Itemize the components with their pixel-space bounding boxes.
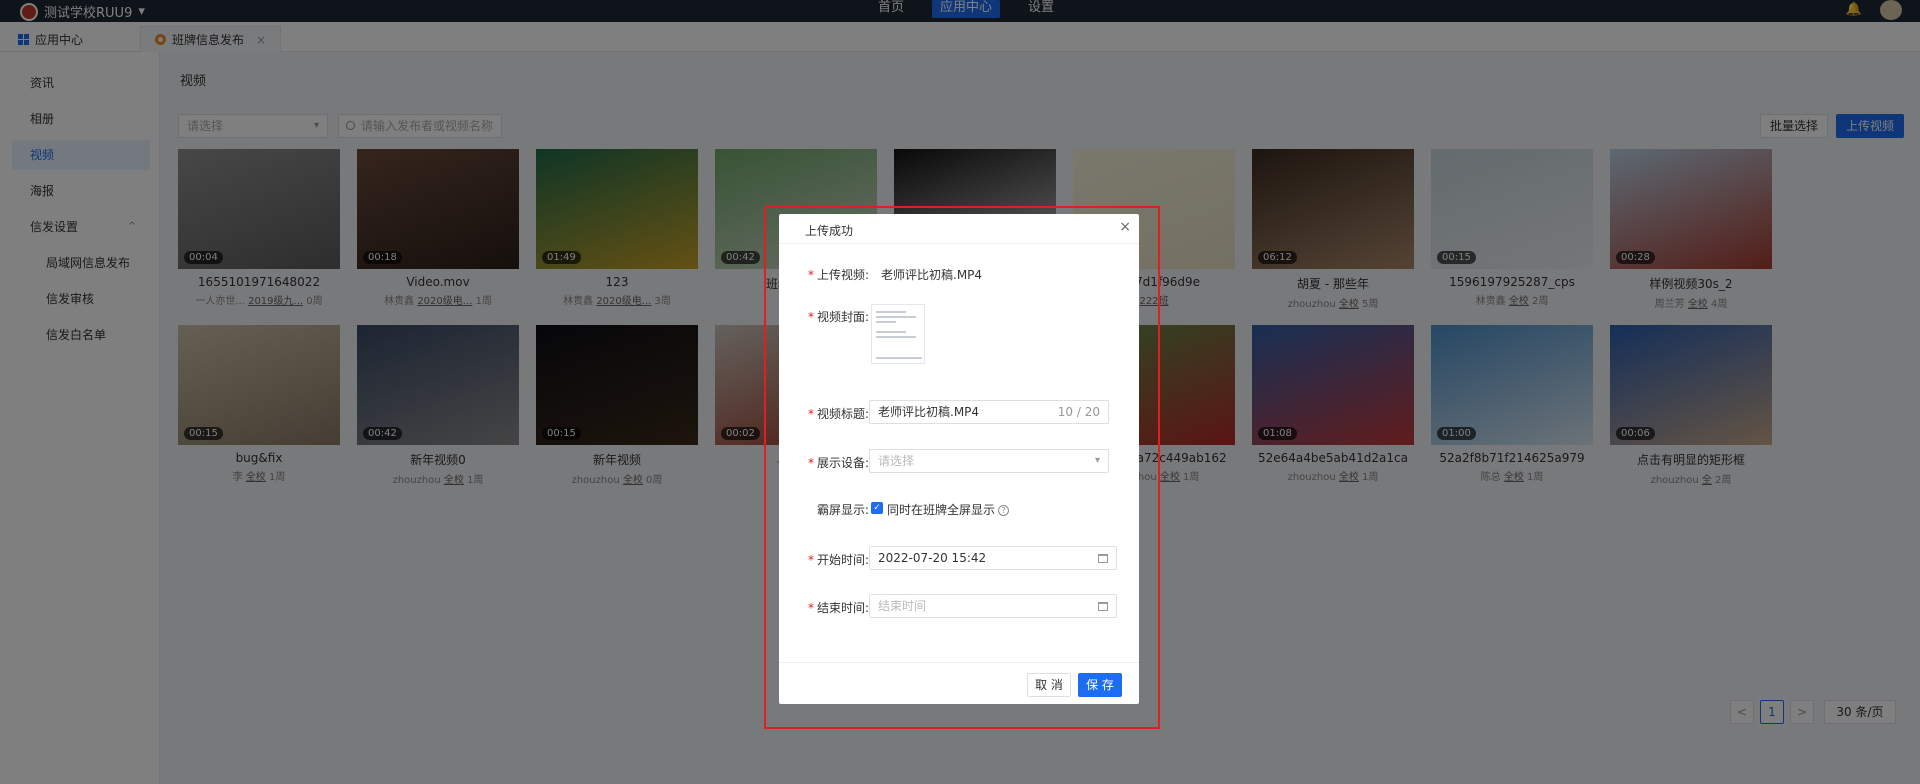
dialog-footer: 取 消 保 存 bbox=[779, 662, 1139, 704]
device-label: * 展示设备: bbox=[807, 456, 869, 470]
fullscreen-option[interactable]: 同时在班牌全屏显示? bbox=[887, 501, 1010, 518]
upload-video-value: 老师评比初稿.MP4 bbox=[881, 268, 983, 282]
end-time-picker[interactable]: 结束时间 bbox=[869, 594, 1117, 618]
fullscreen-checkbox[interactable]: ✓ bbox=[871, 502, 883, 514]
dialog-title: 上传成功 bbox=[805, 224, 854, 238]
upload-video-label: * 上传视频: bbox=[807, 268, 869, 282]
start-time-picker[interactable]: 2022-07-20 15:42 bbox=[869, 546, 1117, 570]
fullscreen-label: 霸屏显示: bbox=[816, 503, 869, 517]
end-time-label: * 结束时间: bbox=[807, 601, 869, 615]
start-time-label: * 开始时间: bbox=[807, 553, 869, 567]
calendar-icon bbox=[1098, 602, 1108, 611]
cover-thumbnail[interactable] bbox=[871, 304, 925, 364]
help-icon[interactable]: ? bbox=[998, 505, 1010, 516]
dialog-header: 上传成功 × bbox=[779, 214, 1139, 244]
char-count: 10 / 20 bbox=[1057, 405, 1100, 419]
save-button[interactable]: 保 存 bbox=[1078, 673, 1122, 697]
device-select[interactable]: 请选择 ▾ bbox=[869, 449, 1109, 473]
chevron-down-icon: ▾ bbox=[1094, 455, 1100, 466]
title-input[interactable]: 老师评比初稿.MP4 10 / 20 bbox=[869, 400, 1109, 424]
cancel-button[interactable]: 取 消 bbox=[1027, 673, 1071, 697]
title-label: * 视频标题: bbox=[807, 407, 869, 421]
cover-label: * 视频封面: bbox=[807, 310, 869, 324]
calendar-icon bbox=[1098, 554, 1108, 563]
close-icon[interactable]: × bbox=[1119, 219, 1131, 235]
upload-success-dialog: 上传成功 × * 上传视频: 老师评比初稿.MP4 * 视频封面: * 视频标题: 老… bbox=[779, 214, 1139, 704]
